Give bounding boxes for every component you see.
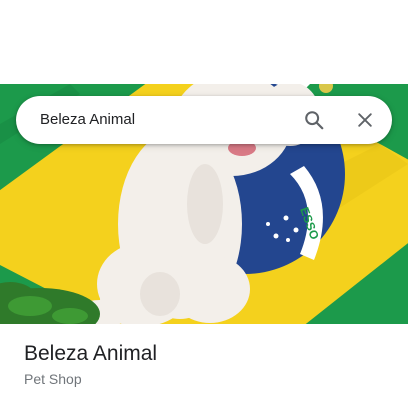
search-bar[interactable]: Beleza Animal	[16, 96, 392, 144]
search-button[interactable]	[298, 104, 330, 136]
place-category: Pet Shop	[24, 371, 82, 387]
place-name[interactable]: Beleza Animal	[24, 340, 394, 368]
search-input[interactable]: Beleza Animal	[40, 96, 135, 144]
place-info: Beleza Animal Pet Shop	[24, 340, 394, 389]
search-icon	[305, 111, 324, 130]
close-button[interactable]	[349, 104, 381, 136]
close-icon	[358, 113, 372, 127]
